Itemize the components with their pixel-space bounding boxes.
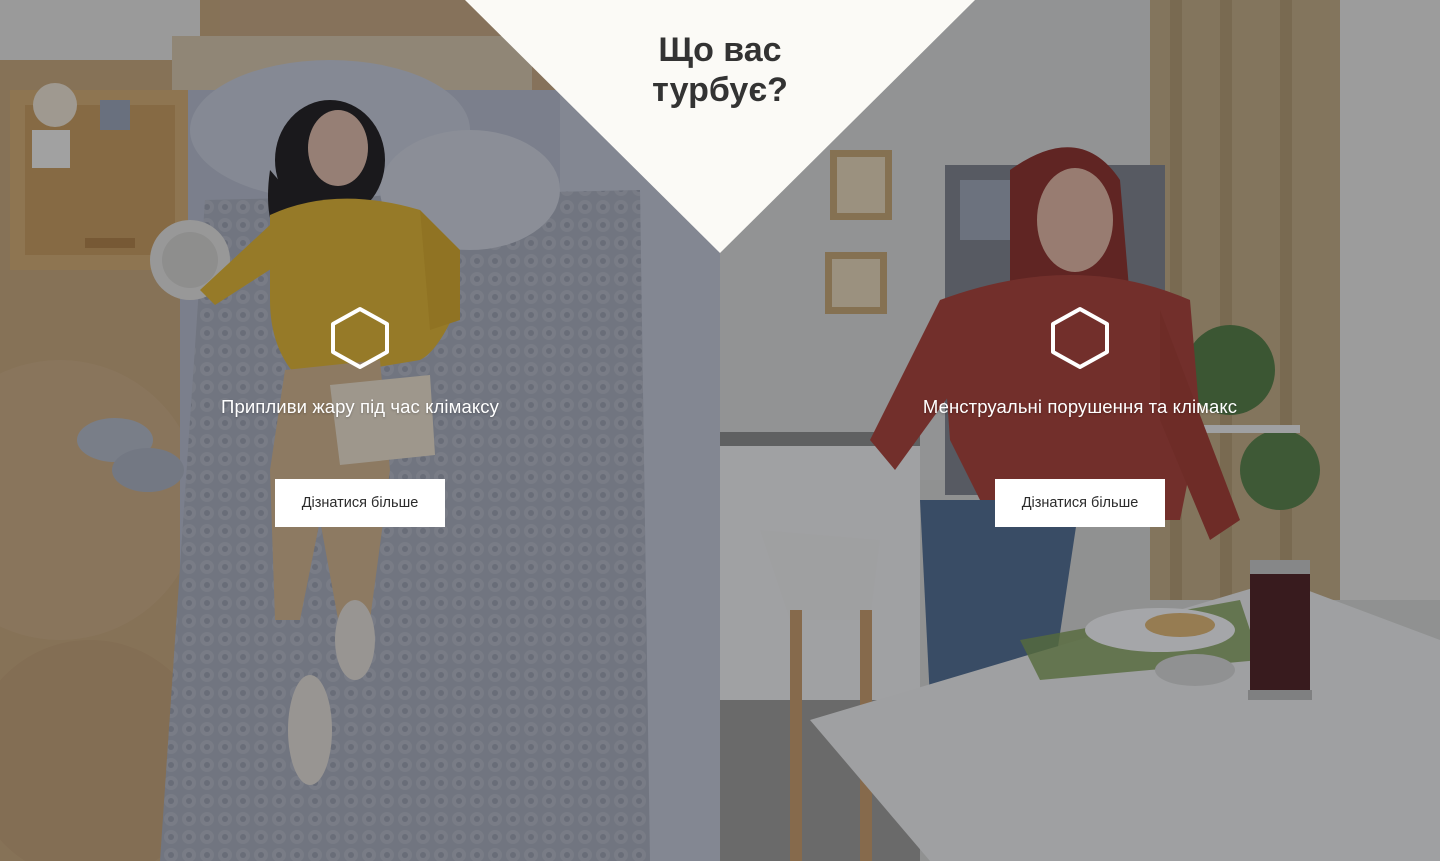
hexagon-icon <box>1051 307 1109 369</box>
concern-selector: Припливи жару під час клімаксу Дізнатися… <box>0 0 1440 861</box>
page-title-line-1: Що вас <box>658 31 782 69</box>
panel-content: Припливи жару під час клімаксу Дізнатися… <box>0 306 720 527</box>
learn-more-button[interactable]: Дізнатися більше <box>995 479 1165 527</box>
page-title: Що вас турбує? <box>570 30 870 110</box>
panel-title: Менструальні порушення та клімакс <box>922 396 1238 417</box>
page-title-line-2: турбує? <box>652 71 788 109</box>
panel-menstrual-disorders[interactable]: Менструальні порушення та клімакс Дізнат… <box>720 0 1440 861</box>
panel-content: Менструальні порушення та клімакс Дізнат… <box>720 306 1440 527</box>
hexagon-icon <box>331 307 389 369</box>
learn-more-button[interactable]: Дізнатися більше <box>275 479 445 527</box>
panel-title: Припливи жару під час клімаксу <box>221 396 499 417</box>
panel-hot-flashes[interactable]: Припливи жару під час клімаксу Дізнатися… <box>0 0 720 861</box>
